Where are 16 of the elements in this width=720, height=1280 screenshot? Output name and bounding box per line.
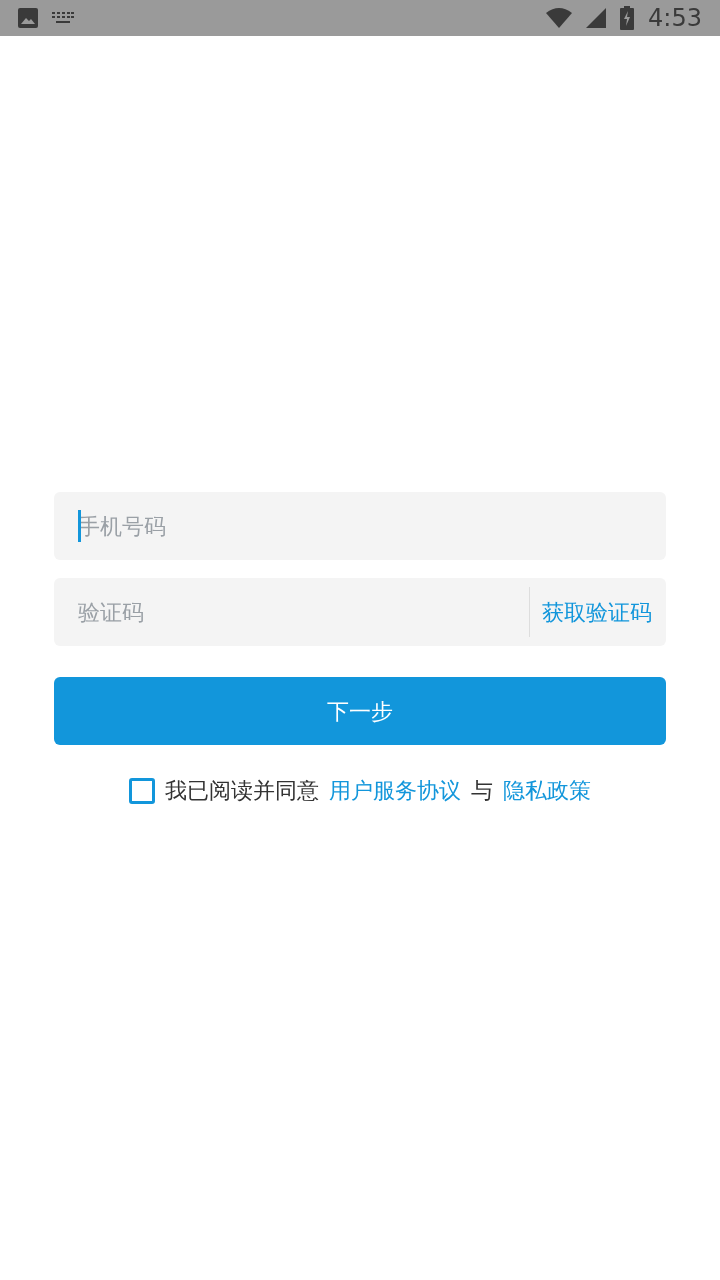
- image-icon: [18, 8, 38, 28]
- keyboard-icon: [52, 12, 74, 24]
- clock: 4:53: [648, 3, 702, 34]
- battery-icon: [620, 6, 635, 30]
- text-cursor: [78, 510, 81, 542]
- terms-link[interactable]: 用户服务协议: [329, 774, 461, 807]
- privacy-link[interactable]: 隐私政策: [503, 774, 591, 807]
- next-button[interactable]: 下一步: [54, 677, 666, 745]
- agreement-text: 我已阅读并同意: [165, 777, 319, 805]
- wifi-icon: [546, 8, 573, 28]
- agree-checkbox[interactable]: [129, 777, 155, 804]
- signal-icon: [586, 8, 607, 28]
- code-field[interactable]: 验证码: [54, 578, 529, 646]
- get-code-button[interactable]: 获取验证码: [530, 578, 666, 646]
- conjunction-text: 与: [471, 777, 493, 805]
- phone-field[interactable]: 手机号码: [54, 492, 666, 560]
